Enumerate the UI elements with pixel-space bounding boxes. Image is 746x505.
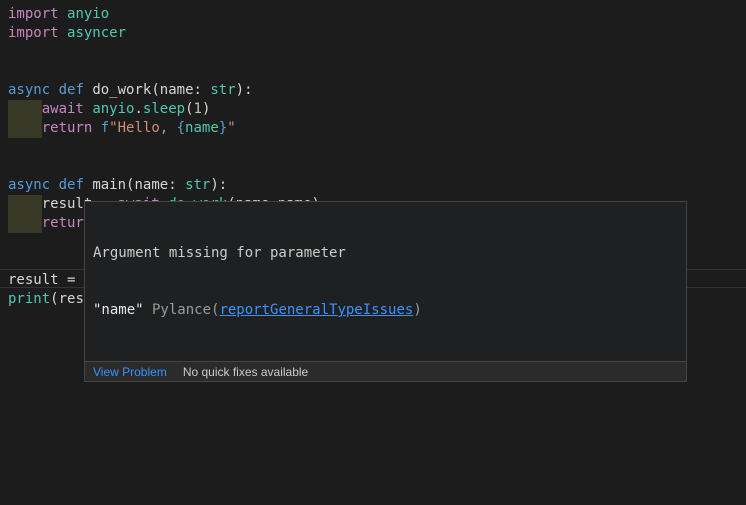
code-line: await anyio.sleep(1) bbox=[0, 100, 746, 119]
code-token bbox=[59, 24, 67, 43]
code-token: main bbox=[92, 176, 126, 195]
code-token: " bbox=[227, 119, 235, 138]
code-token: asyncer bbox=[67, 24, 126, 43]
code-token: await bbox=[42, 100, 84, 119]
code-token bbox=[8, 214, 42, 233]
code-line bbox=[0, 43, 746, 62]
code-line: return f"Hello, {name}" bbox=[0, 119, 746, 138]
code-token: ): bbox=[210, 176, 227, 195]
code-token bbox=[8, 195, 42, 214]
code-token: ( bbox=[50, 290, 58, 309]
code-token: import bbox=[8, 5, 59, 24]
code-token: name bbox=[134, 176, 168, 195]
code-token: do_work bbox=[92, 81, 151, 100]
code-line bbox=[0, 157, 746, 176]
code-token: ( bbox=[185, 100, 193, 119]
code-token: anyio bbox=[92, 100, 134, 119]
no-quick-fixes-text: No quick fixes available bbox=[183, 365, 308, 379]
code-token: ( bbox=[151, 81, 159, 100]
code-token: ) bbox=[202, 100, 210, 119]
code-token: def bbox=[59, 81, 84, 100]
code-token: name bbox=[185, 119, 219, 138]
code-token bbox=[8, 100, 42, 119]
hover-text: "name" bbox=[93, 302, 144, 318]
code-token: return bbox=[42, 119, 93, 138]
code-token: async bbox=[8, 81, 50, 100]
code-line: async def do_work(name: str): bbox=[0, 81, 746, 100]
code-token: ): bbox=[236, 81, 253, 100]
code-token: import bbox=[8, 24, 59, 43]
code-token bbox=[84, 81, 92, 100]
hover-message: Argument missing for parameter "name" Py… bbox=[85, 202, 686, 361]
code-token: name bbox=[160, 81, 194, 100]
diagnostic-rule-link[interactable]: reportGeneralTypeIssues bbox=[219, 302, 413, 318]
code-token: } bbox=[219, 119, 227, 138]
hover-message-line-2: "name" Pylance(reportGeneralTypeIssues) bbox=[93, 301, 678, 320]
code-line: import anyio bbox=[0, 5, 746, 24]
code-token: { bbox=[177, 119, 185, 138]
code-line: import asyncer bbox=[0, 24, 746, 43]
code-token bbox=[50, 176, 58, 195]
code-token bbox=[59, 5, 67, 24]
code-token: ( bbox=[126, 176, 134, 195]
code-line bbox=[0, 138, 746, 157]
code-token bbox=[84, 176, 92, 195]
code-token: result bbox=[8, 271, 59, 290]
code-token bbox=[92, 119, 100, 138]
code-token: anyio bbox=[67, 5, 109, 24]
code-token: print bbox=[8, 290, 50, 309]
hover-text: ) bbox=[413, 302, 421, 318]
code-token: 1 bbox=[194, 100, 202, 119]
code-token: : bbox=[194, 81, 211, 100]
error-hover-tooltip: Argument missing for parameter "name" Py… bbox=[84, 201, 687, 382]
code-token bbox=[84, 100, 92, 119]
code-token: async bbox=[8, 176, 50, 195]
hover-message-line-1: Argument missing for parameter bbox=[93, 244, 678, 263]
code-editor[interactable]: import anyioimport asyncerasync def do_w… bbox=[0, 0, 746, 505]
hover-text: Pylance( bbox=[144, 302, 220, 318]
code-token: f bbox=[101, 119, 109, 138]
code-token: def bbox=[59, 176, 84, 195]
code-token: "Hello, bbox=[109, 119, 176, 138]
code-line: async def main(name: str): bbox=[0, 176, 746, 195]
hover-footer: View Problem No quick fixes available bbox=[85, 361, 686, 381]
view-problem-link[interactable]: View Problem bbox=[93, 365, 167, 379]
code-token: = bbox=[59, 271, 84, 290]
code-line bbox=[0, 62, 746, 81]
code-token: str bbox=[185, 176, 210, 195]
code-token: sleep bbox=[143, 100, 185, 119]
code-token bbox=[50, 81, 58, 100]
code-token bbox=[8, 119, 42, 138]
code-token: str bbox=[210, 81, 235, 100]
code-token: : bbox=[168, 176, 185, 195]
code-token: . bbox=[134, 100, 142, 119]
